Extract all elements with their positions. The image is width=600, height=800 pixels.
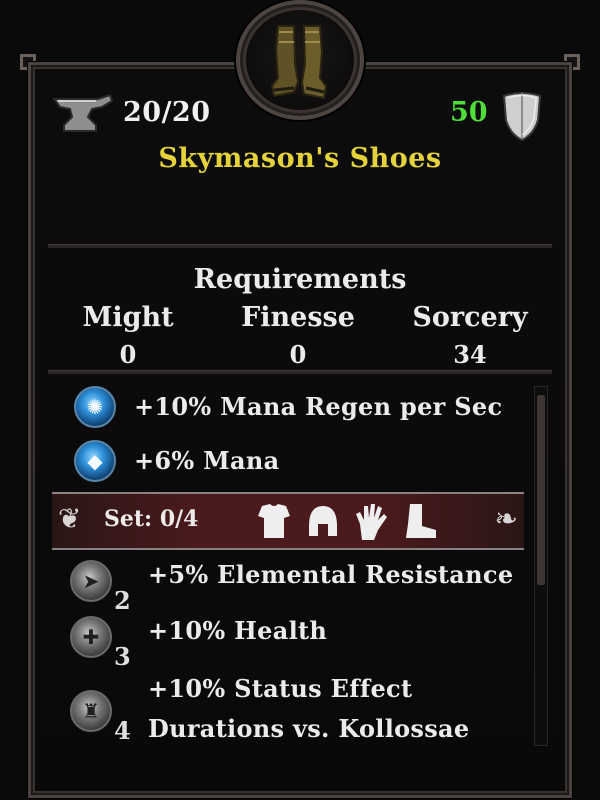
elemental-icon: ➤ — [70, 560, 112, 602]
durability-value: 20/20 — [123, 97, 211, 128]
mana-regen-icon: ✺ — [74, 386, 116, 428]
bonus-stat: +6% Mana — [134, 446, 280, 475]
shield-icon — [502, 92, 542, 142]
set-bonus-stat-line2: Durations vs. Kollossae — [148, 714, 470, 743]
set-progress-label: Set: 0/4 — [104, 506, 199, 532]
bonus-stat: +10% Mana Regen per Sec — [134, 392, 503, 421]
helm-icon — [309, 506, 337, 536]
chest-icon — [258, 504, 290, 538]
scroll-ornament-icon: ❧ — [494, 502, 518, 535]
requirements-title: Requirements — [193, 264, 407, 295]
divider — [48, 244, 552, 248]
requirement-label-sorcery: Sorcery — [412, 302, 528, 333]
set-bonus-count: 4 — [114, 716, 131, 745]
anvil-icon — [52, 93, 114, 132]
requirement-label-finesse: Finesse — [241, 302, 355, 333]
set-bonus-count: 2 — [114, 586, 131, 615]
boots-icon — [406, 504, 436, 538]
requirement-value-sorcery: 34 — [453, 340, 487, 369]
boots-icon — [270, 25, 328, 100]
mana-drop-icon: ◆ — [74, 440, 116, 482]
gloves-icon — [356, 504, 387, 540]
set-bar: ❦ Set: 0/4 ❧ — [52, 492, 524, 550]
requirement-value-might: 0 — [119, 340, 137, 369]
set-bonus-stat: +5% Elemental Resistance — [148, 560, 514, 589]
requirement-label-might: Might — [82, 302, 174, 333]
requirement-value-finesse: 0 — [289, 340, 307, 369]
armor-value: 50 — [450, 97, 488, 128]
scrollbar-thumb[interactable] — [537, 395, 545, 585]
divider — [48, 370, 552, 374]
set-bonus-stat: +10% Health — [148, 616, 328, 645]
scrollbar[interactable] — [534, 386, 548, 746]
set-bonus-stat-line1: +10% Status Effect — [148, 674, 413, 703]
status-effect-icon: ♜ — [70, 690, 112, 732]
health-icon: ✚ — [70, 616, 112, 658]
scroll-ornament-icon: ❦ — [58, 502, 82, 535]
item-name: Skymason's Shoes — [158, 143, 442, 174]
set-bonus-count: 3 — [114, 642, 131, 671]
item-icon-medallion — [236, 0, 364, 120]
